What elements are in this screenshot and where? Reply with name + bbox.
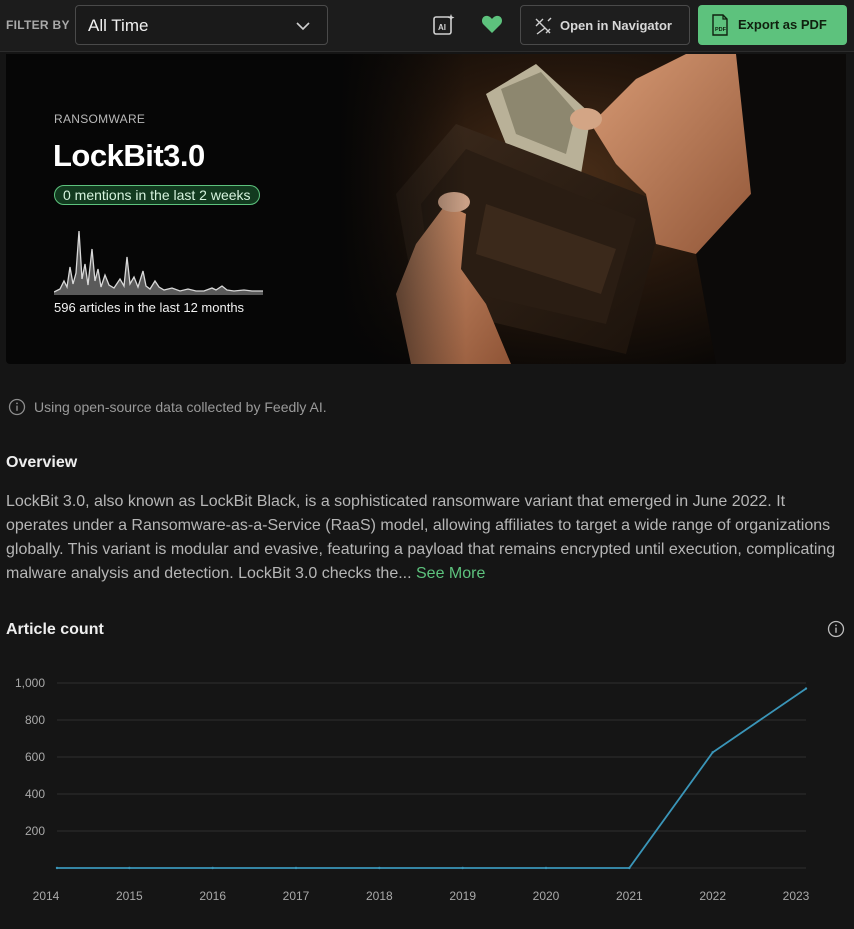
see-more-link[interactable]: See More [416,565,485,582]
data-point [711,751,714,754]
data-point [544,866,548,870]
svg-text:PDF: PDF [715,27,727,33]
article-count-title: Article count [6,621,104,638]
data-point [461,866,464,870]
threat-hero-banner: RANSOMWARE LockBit3.0 0 mentions in the … [6,54,846,364]
y-tick-label: 200 [25,824,45,838]
heart-icon[interactable] [481,14,503,34]
data-point [211,866,214,870]
articles-caption: 596 articles in the last 12 months [54,300,245,315]
overview-text: LockBit 3.0, also known as LockBit Black… [6,490,848,586]
x-tick-label: 2014 [33,889,60,903]
article-count-chart: 200 400 600 800 1,000 2014 2015 2016 2017 2018 201… [15,676,810,903]
time-filter-value: All Time [88,16,149,35]
time-filter-select[interactable]: All Time [75,5,328,45]
y-tick-label: 400 [25,787,45,801]
x-tick-label: 2021 [616,889,643,903]
y-tick-label: 600 [25,750,45,764]
chevron-down-icon [296,22,310,31]
y-tick-label: 1,000 [15,676,45,690]
y-tick-label: 800 [25,713,45,727]
x-tick-label: 2016 [199,889,226,903]
toolbar: FILTER BY All Time AI Open in Navigator … [0,0,854,52]
pdf-file-icon: PDF [712,14,728,36]
x-tick-label: 2017 [283,889,310,903]
mentions-badge: 0 mentions in the last 2 weeks [54,185,260,205]
hero-fade-overlay [306,54,466,364]
data-point [55,866,59,870]
info-icon [8,398,26,416]
article-count-series-line [57,687,807,869]
threat-name: LockBit3.0 [53,138,205,173]
threat-category: RANSOMWARE [54,112,146,126]
data-point [294,866,298,870]
x-tick-label: 2020 [533,889,560,903]
open-in-navigator-button[interactable]: Open in Navigator [520,5,690,45]
svg-text:AI: AI [438,23,446,32]
navigator-icon [535,17,552,35]
x-tick-label: 2018 [366,889,393,903]
x-tick-label: 2023 [783,889,810,903]
data-point [628,866,631,870]
mentions-sparkline [54,230,263,295]
open-in-navigator-label: Open in Navigator [560,18,672,33]
x-tick-label: 2015 [116,889,143,903]
x-tick-label: 2019 [449,889,476,903]
chart-info-icon[interactable] [827,620,845,638]
overview-title: Overview [6,454,78,471]
data-point [128,866,131,870]
ai-sparkle-icon[interactable]: AI [432,13,456,37]
data-point [378,866,381,870]
data-point [804,687,808,690]
export-pdf-button[interactable]: PDF Export as PDF [698,5,847,45]
filter-label: FILTER BY [6,18,70,32]
x-tick-label: 2022 [699,889,726,903]
data-source-text: Using open-source data collected by Feed… [34,399,327,415]
export-pdf-label: Export as PDF [738,17,827,32]
